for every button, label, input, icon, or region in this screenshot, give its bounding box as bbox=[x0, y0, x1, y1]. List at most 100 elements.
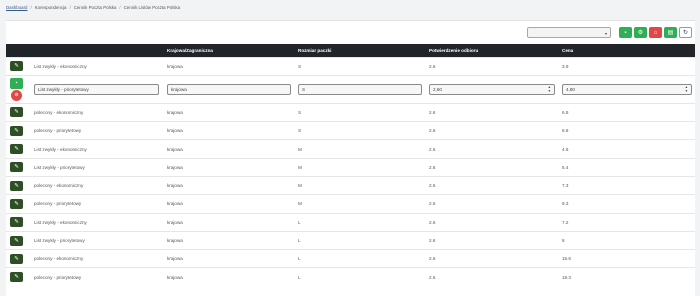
edit-icon: ✎ bbox=[14, 219, 19, 226]
cell-scope: krajowa bbox=[163, 249, 294, 268]
table-row: ✎ List zwykły - ekonomiczny krajowa M 2.… bbox=[6, 139, 695, 159]
edit-button[interactable]: ✎ bbox=[10, 162, 23, 173]
cell-confirmation: 2.6 bbox=[425, 175, 558, 195]
row-actions: ✎ bbox=[6, 56, 30, 76]
edit-button[interactable]: ✎ bbox=[10, 61, 23, 72]
cell-scope: krajowa bbox=[163, 74, 294, 104]
breadcrumb-dashboard-link[interactable]: Dashboard bbox=[6, 5, 27, 10]
column-header-size[interactable]: Rozmiar paczki bbox=[294, 44, 425, 57]
edit-icon: ✎ bbox=[14, 182, 19, 189]
cell-price: 6.8 bbox=[558, 102, 695, 122]
filter-select[interactable]: ▾ bbox=[527, 27, 611, 38]
cell-price: 4,80 ▲ ▼ bbox=[558, 74, 695, 104]
edit-button[interactable]: ✎ bbox=[10, 144, 23, 155]
stepper-icon[interactable]: ▲ ▼ bbox=[548, 85, 551, 93]
cell-size: L bbox=[294, 230, 425, 250]
columns-button[interactable]: ⚙ bbox=[634, 27, 647, 38]
edit-button[interactable]: ✎ bbox=[10, 107, 23, 118]
delete-icon: ⌂ bbox=[653, 29, 658, 36]
cell-scope: krajowa bbox=[163, 175, 294, 195]
cell-price: 5.4 bbox=[558, 157, 695, 177]
breadcrumb-korespondencja[interactable]: Korespondencja bbox=[35, 5, 67, 10]
cell-size: S bbox=[294, 121, 425, 140]
row-actions: ✎ bbox=[6, 249, 30, 268]
save-icon: ▪ bbox=[15, 80, 18, 87]
edit-button[interactable]: ✎ bbox=[10, 180, 23, 191]
edit-button[interactable]: ✎ bbox=[10, 125, 23, 136]
row-actions: ✎ bbox=[6, 212, 30, 232]
cell-confirmation: 2.6 bbox=[425, 121, 558, 140]
edit-button[interactable]: ✎ bbox=[10, 253, 23, 264]
scope-input[interactable]: krajowa bbox=[167, 83, 291, 95]
cell-confirmation: 2.6 bbox=[425, 194, 558, 214]
column-header-scope[interactable]: Krajowa/Zagraniczna bbox=[163, 44, 294, 57]
edit-button[interactable]: ✎ bbox=[10, 198, 23, 209]
confirmation-input[interactable]: 2,60 ▲ ▼ bbox=[429, 83, 555, 95]
cancel-row-button[interactable]: ⊘ bbox=[11, 89, 22, 101]
export-button[interactable]: ▤ bbox=[664, 27, 677, 38]
edit-icon: ✎ bbox=[14, 146, 19, 153]
row-actions: ✎ bbox=[6, 267, 30, 287]
edit-button[interactable]: ✎ bbox=[10, 217, 23, 228]
cell-confirmation: 2.6 bbox=[425, 249, 558, 268]
edit-icon: ✎ bbox=[14, 274, 19, 281]
cell-name: List zwykły - priorytetowy bbox=[30, 74, 163, 104]
table-row-editing: ▪ ⊘ List zwykły - priorytetowy krajowa S… bbox=[6, 74, 695, 104]
refresh-button[interactable]: ↻ bbox=[679, 27, 692, 38]
cell-confirmation: 2.6 bbox=[425, 102, 558, 122]
cell-scope: krajowa bbox=[163, 194, 294, 214]
toolbar: ▾ ▪ ⚙ ⌂ ▤ ↻ bbox=[527, 27, 692, 38]
row-actions: ✎ bbox=[6, 157, 30, 177]
edit-icon: ✎ bbox=[14, 127, 19, 134]
cell-name: List zwykły - priorytetowy bbox=[30, 230, 163, 250]
cell-price: 7.3 bbox=[558, 175, 695, 195]
save-row-button[interactable]: ▪ bbox=[10, 77, 23, 89]
column-header-confirmation[interactable]: Potwierdzenie odbioru bbox=[425, 44, 558, 57]
row-actions: ▪ ⊘ bbox=[6, 74, 30, 104]
save-button[interactable]: ▪ bbox=[619, 27, 632, 38]
cell-confirmation: 2.6 bbox=[425, 267, 558, 287]
cell-size: L bbox=[294, 249, 425, 268]
edit-button[interactable]: ✎ bbox=[10, 272, 23, 283]
table-row: ✎ polecony - ekonomiczny krajowa L 2.6 1… bbox=[6, 249, 695, 268]
cell-name: polecony - ekonomiczny bbox=[30, 102, 163, 122]
cell-scope: krajowa bbox=[163, 267, 294, 287]
size-input[interactable]: S bbox=[298, 83, 422, 95]
cell-size: M bbox=[294, 139, 425, 159]
price-table: Krajowa/Zagraniczna Rozmiar paczki Potwi… bbox=[6, 44, 695, 287]
table-row: ✎ List zwykły - ekonomiczny krajowa L 2.… bbox=[6, 212, 695, 232]
stepper-icon[interactable]: ▲ ▼ bbox=[685, 85, 688, 93]
cell-size: M bbox=[294, 175, 425, 195]
column-header-price[interactable]: Cena bbox=[558, 44, 695, 57]
cell-confirmation: 2.6 bbox=[425, 230, 558, 250]
table-row: ✎ polecony - ekonomiczny krajowa M 2.6 7… bbox=[6, 175, 695, 195]
cell-scope: krajowa bbox=[163, 230, 294, 250]
breadcrumb: Dashboard / Korespondencja / Cennik Pocz… bbox=[6, 5, 180, 10]
cell-name: polecony - ekonomiczny bbox=[30, 249, 163, 268]
cell-scope: krajowa bbox=[163, 102, 294, 122]
refresh-icon: ↻ bbox=[682, 29, 689, 36]
edit-button[interactable]: ✎ bbox=[10, 235, 23, 246]
table-row: ✎ polecony - priorytetowy krajowa L 2.6 … bbox=[6, 267, 695, 287]
breadcrumb-separator: / bbox=[30, 5, 32, 10]
delete-button[interactable]: ⌂ bbox=[649, 27, 662, 38]
cell-size: L bbox=[294, 212, 425, 232]
name-input[interactable]: List zwykły - priorytetowy bbox=[34, 83, 159, 95]
cell-price: 3.9 bbox=[558, 56, 695, 76]
row-actions: ✎ bbox=[6, 175, 30, 195]
cell-name: polecony - priorytetowy bbox=[30, 121, 163, 140]
row-actions: ✎ bbox=[6, 139, 30, 159]
cell-scope: krajowa bbox=[163, 56, 294, 76]
price-input[interactable]: 4,80 ▲ ▼ bbox=[562, 83, 692, 95]
table-row: ✎ polecony - priorytetowy krajowa S 2.6 … bbox=[6, 121, 695, 140]
cell-confirmation: 2.6 bbox=[425, 157, 558, 177]
edit-icon: ✎ bbox=[14, 255, 19, 262]
table-row: ✎ List zwykły - priorytetowy krajowa M 2… bbox=[6, 157, 695, 177]
price-list-card: ▾ ▪ ⚙ ⌂ ▤ ↻ Krajowa/Zagraniczna Rozmiar … bbox=[6, 20, 695, 296]
breadcrumb-separator: / bbox=[69, 5, 71, 10]
edit-icon: ✎ bbox=[14, 63, 19, 70]
edit-icon: ✎ bbox=[14, 200, 19, 207]
breadcrumb-cennik-poczta-polska[interactable]: Cennik Poczta Polska bbox=[74, 5, 117, 10]
cell-scope: krajowa bbox=[163, 212, 294, 232]
cell-price: 15.6 bbox=[558, 249, 695, 268]
